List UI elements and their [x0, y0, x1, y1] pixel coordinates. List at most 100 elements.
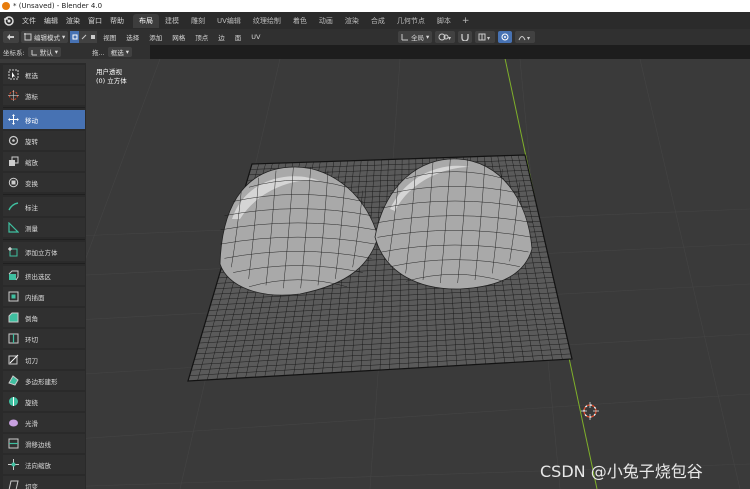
tool-label: 法向缩放 [25, 461, 51, 470]
menu-help[interactable]: 帮助 [106, 16, 128, 26]
tool-add-cube[interactable]: 添加立方体 [3, 242, 85, 261]
pivot-icon: ▾ [438, 33, 451, 41]
tool-label: 环切 [25, 335, 38, 344]
tab-sculpting[interactable]: 雕刻 [185, 14, 211, 28]
snap-settings-button[interactable]: ▾ [475, 31, 496, 43]
move-icon [7, 114, 19, 126]
menu-vertex[interactable]: 顶点 [191, 32, 212, 42]
tool-spin[interactable]: 旋绕 [3, 392, 85, 411]
tool-shrink-fatten[interactable]: 法向缩放 [3, 455, 85, 474]
tab-texture-paint[interactable]: 纹理绘制 [247, 14, 287, 28]
transform-orientation-select[interactable]: 全局 ▾ [398, 31, 433, 43]
poly-build-icon [7, 375, 19, 387]
tool-extrude[interactable]: 挤出选区 [3, 266, 85, 285]
pivot-point-button[interactable]: ▾ [435, 31, 456, 43]
menu-select[interactable]: 选择 [122, 32, 143, 42]
tool-label: 切变 [25, 482, 38, 489]
menu-render[interactable]: 渲染 [62, 16, 84, 26]
drag-select[interactable]: 框选 ▾ [107, 47, 132, 57]
magnet-icon [461, 34, 469, 41]
tab-scripting[interactable]: 脚本 [431, 14, 457, 28]
tool-label: 变换 [25, 179, 38, 188]
3d-cursor-icon[interactable] [581, 402, 599, 420]
editor-type-icon [7, 34, 14, 40]
shrink-fatten-icon [7, 459, 19, 471]
vertex-select-button[interactable] [70, 31, 80, 43]
scale-icon [7, 156, 19, 168]
tab-rendering[interactable]: 渲染 [339, 14, 365, 28]
tab-compositing[interactable]: 合成 [365, 14, 391, 28]
tab-layout[interactable]: 布局 [133, 13, 159, 28]
orientation-icon [401, 34, 408, 41]
tool-settings-bar: 坐标系: 默认 ▾ [0, 45, 90, 59]
face-select-button[interactable] [88, 31, 98, 43]
tool-edge-slide[interactable]: 滑移边线 [3, 434, 85, 453]
proportional-edit-button[interactable] [498, 31, 513, 43]
menu-uv[interactable]: UV [247, 33, 264, 41]
coord-system-select[interactable]: 默认 ▾ [27, 47, 61, 57]
menu-edge[interactable]: 边 [214, 32, 229, 42]
tool-label: 内插面 [25, 293, 45, 302]
falloff-select[interactable]: ▾ [515, 31, 536, 43]
tab-uv-editing[interactable]: UV编辑 [211, 14, 247, 28]
object-name-label: (0) 立方体 [96, 77, 127, 85]
smooth-icon [7, 417, 19, 429]
tool-move[interactable]: 移动 [3, 110, 85, 129]
tool-annotate[interactable]: 标注 [3, 197, 85, 216]
add-workspace-button[interactable]: + [457, 16, 475, 26]
tool-label: 倒角 [25, 314, 38, 323]
menu-window[interactable]: 窗口 [84, 16, 106, 26]
vertex-select-icon [72, 34, 78, 40]
tool-knife[interactable]: 切刀 [3, 350, 85, 369]
tool-scale[interactable]: 缩放 [3, 152, 85, 171]
tool-bevel[interactable]: 倒角 [3, 308, 85, 327]
tool-poly-build[interactable]: 多边形建形 [3, 371, 85, 390]
mesh-plane[interactable] [187, 154, 573, 382]
3d-viewport[interactable]: 用户透视 (0) 立方体 [0, 59, 750, 489]
window-titlebar: * (Unsaved) - Blender 4.0 [0, 0, 750, 12]
window-title: * (Unsaved) - Blender 4.0 [13, 2, 103, 10]
tool-separator [3, 239, 85, 240]
blender-menu-icon[interactable] [2, 15, 14, 27]
edge-select-button[interactable] [79, 31, 89, 43]
tab-geometry-nodes[interactable]: 几何节点 [391, 14, 431, 28]
editor-type-button[interactable] [3, 31, 19, 43]
tool-box-select[interactable]: 框选 [3, 65, 85, 84]
viewport-header: 编辑模式 ▾ 视图 选择 添加 网格 顶点 边 面 UV 全局 ▾ ▾ ▾ ▾ [0, 29, 750, 45]
edit-mode-icon [24, 33, 32, 41]
loop-cut-icon [7, 333, 19, 345]
tab-shading[interactable]: 着色 [287, 14, 313, 28]
menu-view[interactable]: 视图 [99, 32, 120, 42]
tool-cursor[interactable]: 游标 [3, 86, 85, 105]
tool-inset[interactable]: 内插面 [3, 287, 85, 306]
workspace-tabs: 布局 建模 雕刻 UV编辑 纹理绘制 着色 动画 渲染 合成 几何节点 脚本 [133, 13, 457, 28]
viewport-grid [0, 59, 750, 489]
tab-modeling[interactable]: 建模 [159, 14, 185, 28]
drag-label: 拖... [92, 49, 105, 57]
snap-toggle-button[interactable] [458, 31, 473, 43]
orientation-label: 全局 [411, 34, 424, 42]
knife-icon [7, 354, 19, 366]
tab-animation[interactable]: 动画 [313, 14, 339, 28]
falloff-curve-icon: ▾ [518, 35, 530, 41]
tool-loop-cut[interactable]: 环切 [3, 329, 85, 348]
tool-separator [3, 107, 85, 108]
cursor-icon [7, 90, 19, 102]
menu-mesh[interactable]: 网格 [168, 32, 189, 42]
tool-transform[interactable]: 变换 [3, 173, 85, 192]
bevel-icon [7, 312, 19, 324]
menu-edit[interactable]: 编辑 [40, 16, 62, 26]
tool-label: 游标 [25, 92, 38, 101]
menu-add[interactable]: 添加 [145, 32, 166, 42]
tool-smooth[interactable]: 光滑 [3, 413, 85, 432]
shear-icon [7, 480, 19, 489]
tool-shear[interactable]: 切变 [3, 476, 85, 489]
mode-select[interactable]: 编辑模式 ▾ [21, 31, 69, 43]
tool-rotate[interactable]: 旋转 [3, 131, 85, 150]
tool-measure[interactable]: 测量 [3, 218, 85, 237]
mode-label: 编辑模式 [34, 34, 60, 42]
menu-face[interactable]: 面 [231, 32, 246, 42]
tool-separator [3, 263, 85, 264]
orientation-icon [31, 49, 37, 55]
menu-file[interactable]: 文件 [18, 16, 40, 26]
